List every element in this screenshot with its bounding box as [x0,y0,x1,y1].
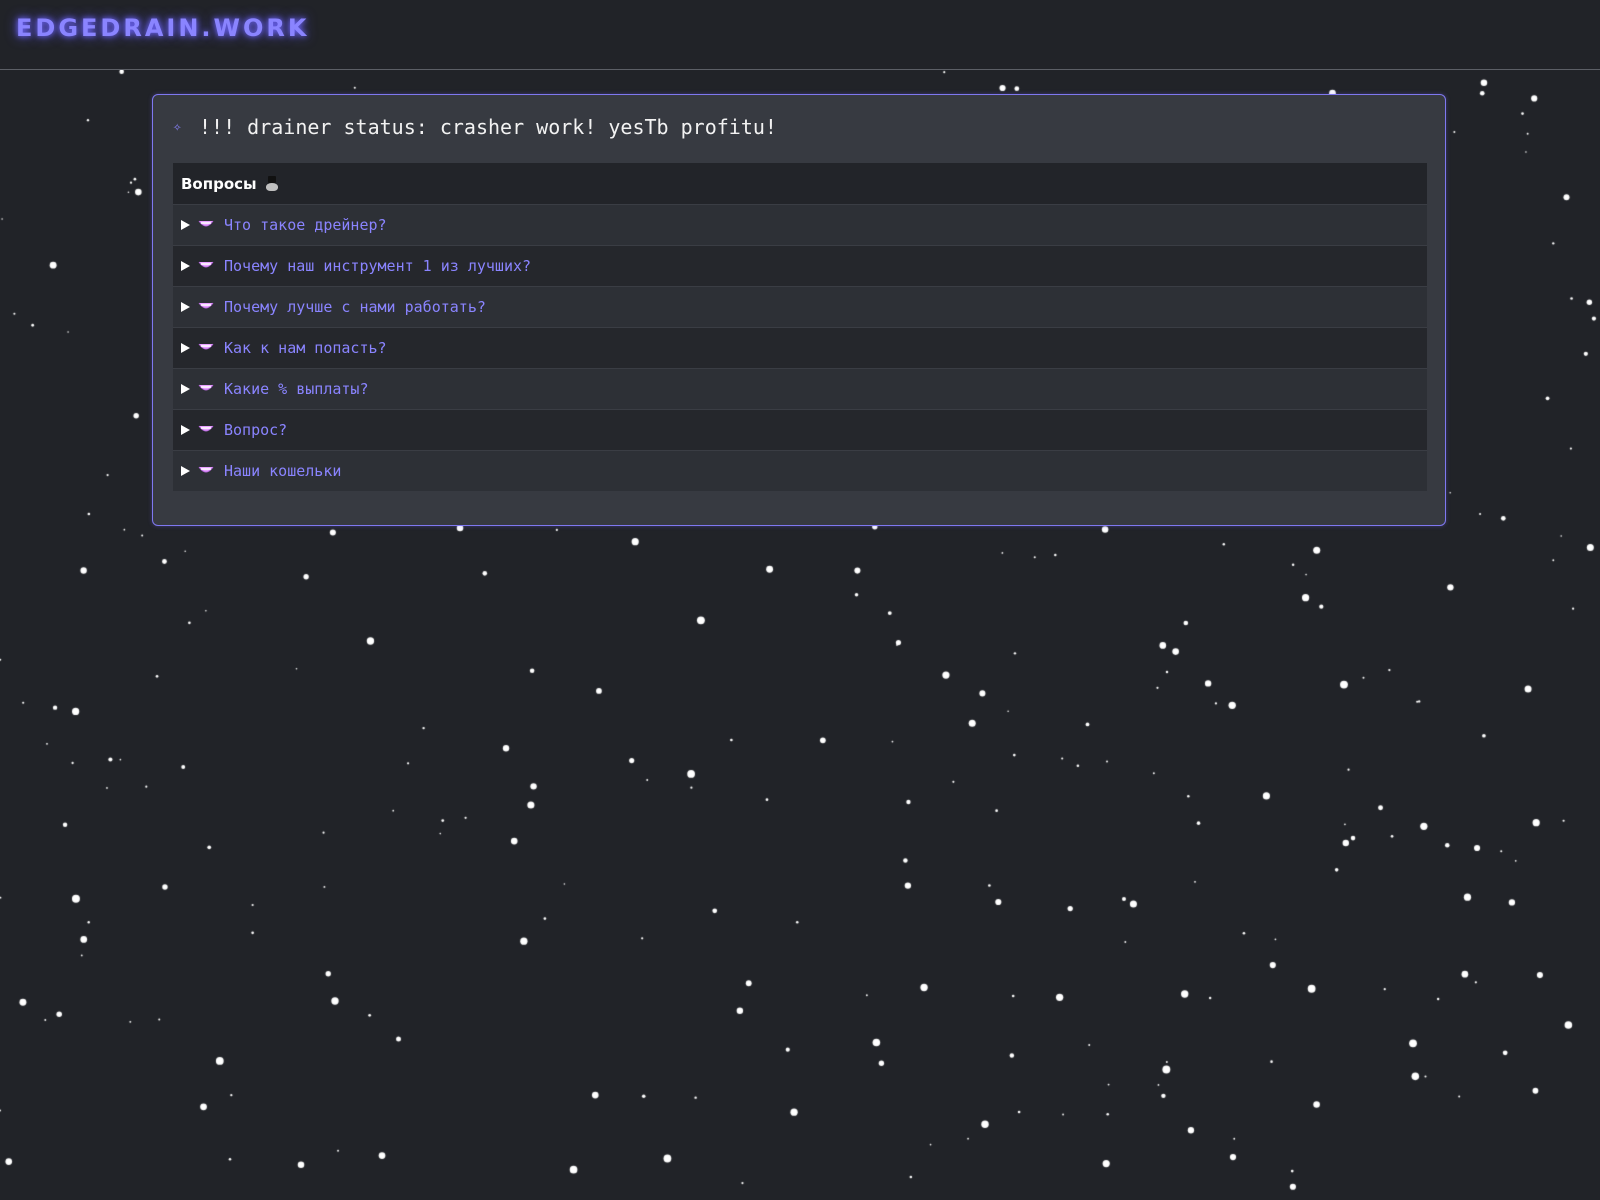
faq-item-payout-percent[interactable]: Какие % выплаты? [173,369,1427,410]
expand-triangle-icon [181,384,190,394]
site-logo[interactable]: EDGEDRAIN.WORK [16,14,309,42]
faq-header: Вопросы [173,163,1427,205]
faq-item-label: Что такое дрейнер? [224,216,387,234]
top-bar: EDGEDRAIN.WORK [0,0,1600,70]
main-panel: ✧ !!! drainer status: crasher work! yesT… [152,94,1446,526]
status-text: !!! drainer status: crasher work! yesTb … [199,115,777,139]
faq-item-why-best[interactable]: Почему наш инструмент 1 из лучших? [173,246,1427,287]
faq-item-label: Вопрос? [224,421,288,439]
expand-triangle-icon [181,302,190,312]
faq-item-why-work-with-us[interactable]: Почему лучше с нами работать? [173,287,1427,328]
expand-triangle-icon [181,220,190,230]
faq-item-label: Почему лучше с нами работать? [224,298,486,316]
drainer-status: ✧ !!! drainer status: crasher work! yesT… [173,115,777,139]
grin-icon [198,220,214,227]
hat-icon [265,175,279,192]
sparkle-arrow-icon: ✧ [173,119,182,135]
faq-item-label: Как к нам попасть? [224,339,387,357]
faq-item-label: Наши кошельки [224,462,342,480]
faq-title: Вопросы [181,174,257,193]
grin-icon [198,302,214,309]
grin-icon [198,466,214,473]
faq-list: Вопросы Что такое дрейнер? Почему наш ин… [173,163,1427,491]
grin-icon [198,261,214,268]
faq-item-what-is-drainer[interactable]: Что такое дрейнер? [173,205,1427,246]
expand-triangle-icon [181,261,190,271]
grin-icon [198,425,214,432]
grin-icon [198,384,214,391]
faq-items: Что такое дрейнер? Почему наш инструмент… [173,205,1427,491]
faq-item-question[interactable]: Вопрос? [173,410,1427,451]
faq-item-label: Какие % выплаты? [224,380,369,398]
expand-triangle-icon [181,343,190,353]
expand-triangle-icon [181,425,190,435]
grin-icon [198,343,214,350]
expand-triangle-icon [181,466,190,476]
faq-item-how-to-join[interactable]: Как к нам попасть? [173,328,1427,369]
faq-item-label: Почему наш инструмент 1 из лучших? [224,257,532,275]
faq-item-wallets[interactable]: Наши кошельки [173,451,1427,491]
